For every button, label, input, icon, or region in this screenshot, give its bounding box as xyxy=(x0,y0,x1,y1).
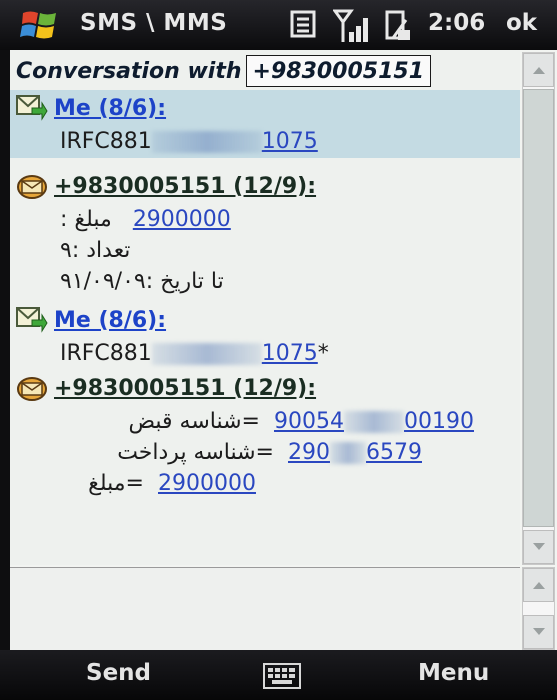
message-item[interactable]: Me (8/6): IRFC881 1075 * xyxy=(10,302,520,370)
send-button[interactable]: Send xyxy=(86,660,151,686)
message-line: =شناسه پرداخت 290 6579 xyxy=(10,437,520,468)
scroll-up-arrow[interactable] xyxy=(523,568,554,602)
sent-message-icon xyxy=(10,91,54,125)
scroll-down-arrow[interactable] xyxy=(523,530,554,564)
message-body: IRFC881 1075 xyxy=(10,126,520,157)
signal-icon[interactable] xyxy=(333,8,373,44)
conversation-scrollbar[interactable] xyxy=(522,52,555,565)
payment-id-link-suffix[interactable]: 6579 xyxy=(366,440,422,465)
clock: 2:06 xyxy=(428,10,486,36)
message-sender[interactable]: Me (8/6): xyxy=(54,308,166,333)
amount-link[interactable]: 2900000 xyxy=(158,471,256,496)
sent-message-icon xyxy=(10,303,54,337)
message-icon[interactable] xyxy=(290,8,316,40)
compose-input[interactable] xyxy=(10,567,520,650)
battery-icon[interactable] xyxy=(384,8,412,42)
message-line: تعداد :۹ xyxy=(10,235,520,266)
chevron-up-icon xyxy=(532,67,545,74)
received-message-icon xyxy=(10,371,54,405)
payment-id-label: =شناسه پرداخت xyxy=(117,440,274,465)
message-line: =شناسه قبض 90054 00190 xyxy=(10,406,520,437)
chevron-up-icon xyxy=(532,582,545,589)
chevron-down-icon xyxy=(532,543,545,550)
keyboard-icon[interactable] xyxy=(263,663,301,689)
compose-scrollbar[interactable] xyxy=(522,567,555,650)
redacted-region xyxy=(344,410,404,433)
message-sender[interactable]: Me (8/6): xyxy=(54,96,166,121)
scroll-thumb[interactable] xyxy=(523,89,554,527)
softkey-bar: Send Menu xyxy=(0,650,557,700)
bill-id-label: =شناسه قبض xyxy=(128,409,260,434)
ok-button[interactable]: ok xyxy=(506,10,537,36)
message-body-star: * xyxy=(317,341,329,366)
scroll-down-arrow[interactable] xyxy=(523,615,554,649)
menu-button[interactable]: Menu xyxy=(418,660,489,686)
status-bar: SMS \ MMS 2:06 ok xyxy=(0,0,557,50)
date-line: تا تاریخ :۹۱/۰۹/۰۹ xyxy=(60,269,224,294)
message-body: IRFC881 1075 * xyxy=(10,338,520,369)
message-sender[interactable]: +9830005151 (12/9): xyxy=(54,376,316,401)
bill-id-link-prefix[interactable]: 90054 xyxy=(274,409,344,434)
amount-label: =مبلغ xyxy=(88,471,144,496)
received-message-icon xyxy=(10,169,54,203)
app-title: SMS \ MMS xyxy=(80,10,228,36)
windows-logo-icon[interactable] xyxy=(20,7,60,43)
bill-id-link-suffix[interactable]: 00190 xyxy=(404,409,474,434)
message-body-prefix: IRFC881 xyxy=(60,129,152,154)
message-item[interactable]: Me (8/6): IRFC881 1075 xyxy=(10,90,520,158)
message-item[interactable]: +9830005151 (12/9): =شناسه قبض 90054 0019… xyxy=(10,370,520,500)
conversation-header: Conversation with +9830005151 xyxy=(10,54,520,88)
amount-label: مبلغ : xyxy=(60,207,112,232)
message-line: تا تاریخ :۹۱/۰۹/۰۹ xyxy=(10,266,520,297)
scroll-up-arrow[interactable] xyxy=(523,53,554,87)
payment-id-link-prefix[interactable]: 290 xyxy=(288,440,330,465)
conversation-label: Conversation with xyxy=(16,58,242,84)
redacted-region xyxy=(330,441,366,464)
chevron-down-icon xyxy=(532,628,545,635)
message-line: =مبلغ 2900000 xyxy=(10,468,520,499)
conversation-area[interactable]: Conversation with +9830005151 Me (8/6): … xyxy=(10,50,520,565)
message-body-suffix-link[interactable]: 1075 xyxy=(262,341,318,366)
amount-link[interactable]: 2900000 xyxy=(133,207,231,232)
recipient-field[interactable]: +9830005151 xyxy=(245,55,432,87)
count-line: تعداد :۹ xyxy=(60,238,131,263)
message-line: مبلغ : 2900000 xyxy=(10,204,520,235)
redacted-region xyxy=(151,342,262,365)
message-body-prefix: IRFC881 xyxy=(60,341,152,366)
message-item[interactable]: +9830005151 (12/9): مبلغ : 2900000 تعداد… xyxy=(10,168,520,298)
redacted-region xyxy=(151,130,262,153)
message-sender[interactable]: +9830005151 (12/9): xyxy=(54,174,316,199)
message-body-suffix-link[interactable]: 1075 xyxy=(262,129,318,154)
conversation-screen: Conversation with +9830005151 Me (8/6): … xyxy=(10,50,557,650)
